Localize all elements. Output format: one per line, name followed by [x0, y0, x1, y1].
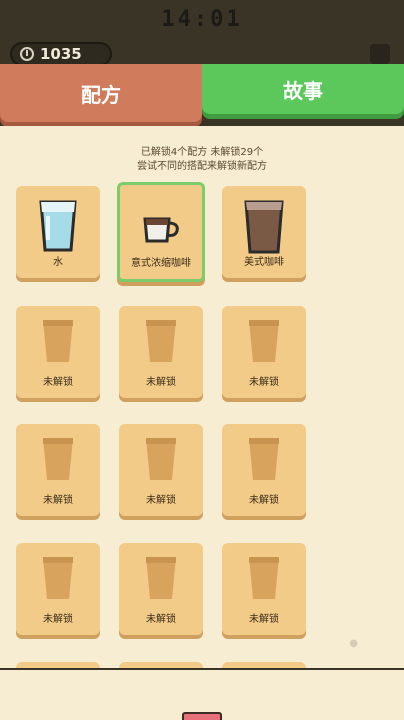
americano-glass-icon — [222, 198, 306, 254]
unlock-count-text: 已解锁4个配方 未解锁29个 — [140, 147, 264, 158]
recipe-label: 意式浓缩咖啡 — [131, 258, 191, 269]
recipe-card[interactable]: 美式咖啡 — [222, 186, 306, 278]
clock: 14:01 — [161, 7, 243, 32]
locked-recipe-card[interactable]: 未解锁 — [119, 543, 203, 635]
locked-cup-icon — [222, 318, 306, 374]
coin-value: 1035 — [40, 45, 82, 63]
locked-cup-icon — [119, 318, 203, 374]
recipe-label: 未解锁 — [249, 377, 279, 388]
locked-recipe-card[interactable]: 未解锁 — [222, 424, 306, 516]
locked-recipe-card[interactable]: 未解锁 — [16, 306, 100, 398]
locked-recipe-card[interactable]: 未解锁 — [119, 306, 203, 398]
recipe-label: 美式咖啡 — [244, 257, 284, 268]
recipe-card[interactable]: 水 — [16, 186, 100, 278]
recipe-label: 未解锁 — [249, 614, 279, 625]
recipe-label: 未解锁 — [249, 495, 279, 506]
coin-icon — [20, 47, 34, 61]
tab-story-label: 故事 — [283, 78, 323, 103]
locked-recipe-card[interactable]: 未解锁 — [16, 424, 100, 516]
locked-recipe-card[interactable]: 未解锁 — [222, 306, 306, 398]
watermark: ● — [349, 638, 358, 649]
locked-cup-icon — [16, 318, 100, 374]
water-glass-icon — [16, 198, 100, 254]
recipe-card[interactable]: 意式浓缩咖啡 — [117, 182, 205, 282]
recipe-label: 未解锁 — [43, 495, 73, 506]
bottom-button[interactable] — [182, 712, 222, 720]
tab-story[interactable]: 故事 — [202, 64, 404, 114]
locked-recipe-card[interactable]: 未解锁 — [16, 543, 100, 635]
unlock-hint-text: 尝试不同的搭配来解锁新配方 — [137, 161, 267, 172]
recipe-label: 未解锁 — [146, 377, 176, 388]
puzzle-icon[interactable] — [370, 44, 390, 64]
recipe-label: 未解锁 — [146, 614, 176, 625]
locked-cup-icon — [119, 436, 203, 492]
coin-counter: 1035 — [10, 42, 112, 66]
locked-cup-icon — [222, 555, 306, 611]
locked-recipe-card[interactable]: 未解锁 — [119, 424, 203, 516]
locked-cup-icon — [119, 555, 203, 611]
recipe-label: 未解锁 — [146, 495, 176, 506]
unlock-info: 已解锁4个配方 未解锁29个 尝试不同的搭配来解锁新配方 — [0, 146, 404, 174]
tab-bar: 配方 故事 — [0, 64, 404, 126]
locked-cup-icon — [16, 436, 100, 492]
tab-recipe[interactable]: 配方 — [0, 64, 202, 122]
recipe-label: 未解锁 — [43, 614, 73, 625]
recipe-grid-panel[interactable]: 已解锁4个配方 未解锁29个 尝试不同的搭配来解锁新配方 水 意式浓缩咖啡 美式咖啡… — [0, 126, 404, 668]
bottom-area — [0, 668, 404, 720]
locked-cup-icon — [222, 436, 306, 492]
recipe-label: 水 — [53, 257, 63, 268]
recipe-label: 未解锁 — [43, 377, 73, 388]
locked-recipe-card[interactable]: 未解锁 — [222, 543, 306, 635]
locked-cup-icon — [16, 555, 100, 611]
tab-recipe-label: 配方 — [81, 82, 121, 107]
